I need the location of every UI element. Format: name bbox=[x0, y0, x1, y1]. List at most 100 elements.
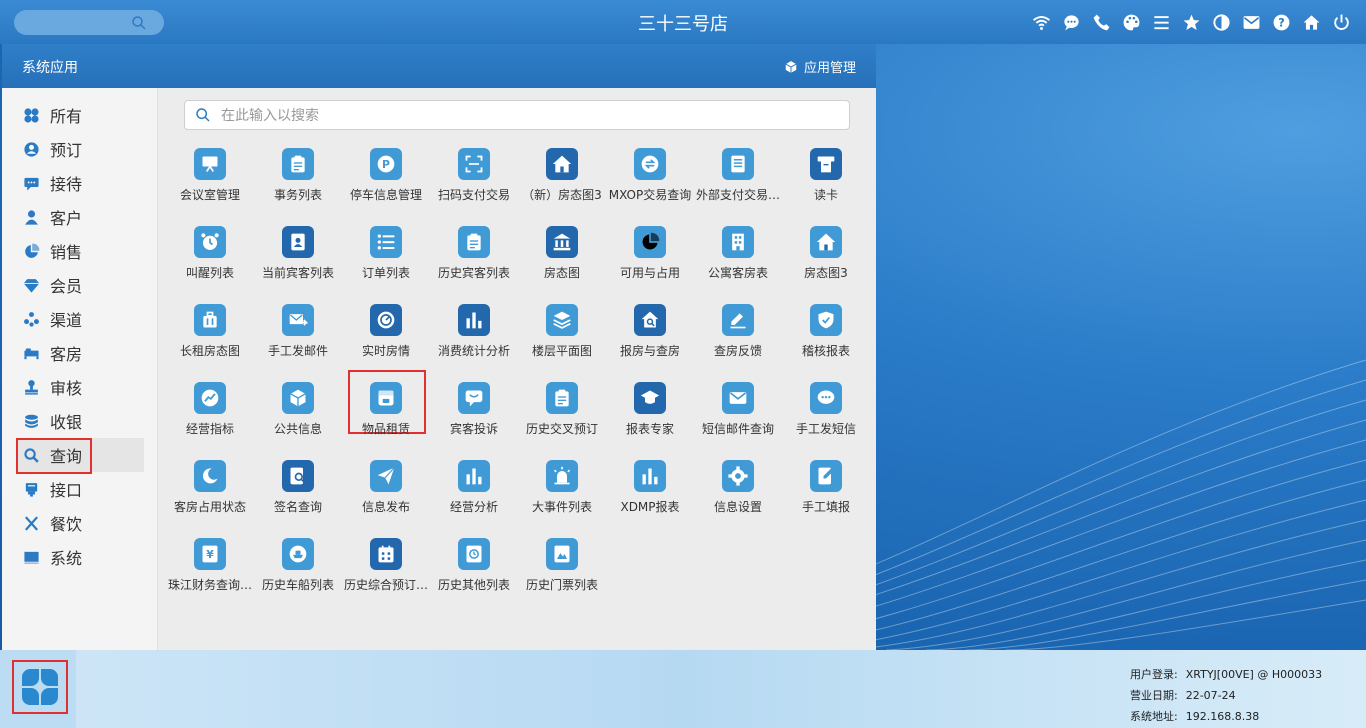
app-tile[interactable]: 大事件列表 bbox=[518, 458, 606, 532]
app-tile[interactable]: 稽核报表 bbox=[782, 302, 870, 376]
sidebar-item-8[interactable]: 审核 bbox=[16, 370, 144, 404]
app-tile[interactable]: 手工发邮件 bbox=[254, 302, 342, 376]
app-tile[interactable]: 宾客投诉 bbox=[430, 380, 518, 454]
app-tile[interactable]: 历史综合预订… bbox=[342, 536, 430, 610]
phone-icon[interactable] bbox=[1090, 10, 1112, 34]
app-tile[interactable]: （新）房态图3 bbox=[518, 146, 606, 220]
sidebar-item-2[interactable]: 接待 bbox=[16, 166, 144, 200]
app-label: 签名查询 bbox=[273, 500, 322, 514]
app-search-box[interactable] bbox=[184, 100, 850, 130]
app-tile[interactable]: 信息发布 bbox=[342, 458, 430, 532]
app-tile[interactable]: 可用与占用 bbox=[606, 224, 694, 298]
exchange-icon bbox=[634, 148, 666, 180]
sidebar-item-label: 收银 bbox=[50, 413, 83, 432]
top-bar: 三十三号店 ? bbox=[0, 0, 1366, 44]
app-tile[interactable]: 历史其他列表 bbox=[430, 536, 518, 610]
app-tile[interactable]: ¥ 珠江财务查询… bbox=[166, 536, 254, 610]
sidebar-item-11[interactable]: 接口 bbox=[16, 472, 144, 506]
app-tile[interactable]: 外部支付交易… bbox=[694, 146, 782, 220]
app-tile[interactable]: 历史门票列表 bbox=[518, 536, 606, 610]
sidebar-item-1[interactable]: 预订 bbox=[16, 132, 144, 166]
start-button[interactable] bbox=[12, 660, 68, 714]
help-icon[interactable]: ? bbox=[1270, 10, 1292, 34]
app-tile[interactable]: 历史宾客列表 bbox=[430, 224, 518, 298]
menu-icon[interactable] bbox=[1150, 10, 1172, 34]
app-tile[interactable]: 签名查询 bbox=[254, 458, 342, 532]
taskbar: 用户登录: XRTYJ[00VE] @ H000033 营业日期: 22-07-24 系… bbox=[0, 650, 1366, 728]
app-tile[interactable]: 查房反馈 bbox=[694, 302, 782, 376]
house-icon bbox=[810, 226, 842, 258]
app-label: 信息发布 bbox=[361, 500, 410, 514]
info-label: 用户登录: bbox=[1130, 668, 1178, 681]
sidebar-item-5[interactable]: 会员 bbox=[16, 268, 144, 302]
app-tile[interactable]: 楼层平面图 bbox=[518, 302, 606, 376]
sidebar-item-12[interactable]: 餐饮 bbox=[16, 506, 144, 540]
app-tile[interactable]: 当前宾客列表 bbox=[254, 224, 342, 298]
app-management-label: 应用管理 bbox=[803, 61, 856, 76]
app-tile[interactable]: 短信邮件查询 bbox=[694, 380, 782, 454]
app-search-input[interactable] bbox=[219, 104, 823, 128]
contrast-icon[interactable] bbox=[1210, 10, 1232, 34]
sidebar-item-13[interactable]: 系统 bbox=[16, 540, 144, 574]
home-icon[interactable] bbox=[1300, 10, 1322, 34]
clipboard-icon bbox=[282, 148, 314, 180]
building-icon bbox=[722, 226, 754, 258]
app-tile[interactable]: 读卡 bbox=[782, 146, 870, 220]
sidebar-item-9[interactable]: 收银 bbox=[16, 404, 144, 438]
app-tile[interactable]: 实时房情 bbox=[342, 302, 430, 376]
app-label: 公寓客房表 bbox=[707, 266, 768, 280]
selection-highlight bbox=[16, 438, 92, 474]
power-icon[interactable] bbox=[1330, 10, 1352, 34]
star-icon[interactable] bbox=[1180, 10, 1202, 34]
app-tile[interactable]: 公共信息 bbox=[254, 380, 342, 454]
app-tile[interactable]: 经营分析 bbox=[430, 458, 518, 532]
app-tile[interactable]: 历史交叉预订 bbox=[518, 380, 606, 454]
sidebar-item-7[interactable]: 客房 bbox=[16, 336, 144, 370]
chat-icon[interactable] bbox=[1060, 10, 1082, 34]
app-tile[interactable]: 历史车船列表 bbox=[254, 536, 342, 610]
app-tile[interactable]: 会议室管理 bbox=[166, 146, 254, 220]
app-tile[interactable]: 长租房态图 bbox=[166, 302, 254, 376]
app-tile[interactable]: 经营指标 bbox=[166, 380, 254, 454]
app-tile[interactable]: P 停车信息管理 bbox=[342, 146, 430, 220]
app-label: 宾客投诉 bbox=[449, 422, 498, 436]
app-tile[interactable]: 事务列表 bbox=[254, 146, 342, 220]
app-tile[interactable]: 报房与查房 bbox=[606, 302, 694, 376]
app-tile[interactable]: MXOP交易查询 bbox=[606, 146, 694, 220]
clipboard-icon bbox=[546, 382, 578, 414]
form-edit-icon bbox=[810, 460, 842, 492]
app-tile[interactable]: 订单列表 bbox=[342, 224, 430, 298]
app-management-button[interactable]: 应用管理 bbox=[784, 57, 856, 76]
clock-doc-icon bbox=[458, 538, 490, 570]
palette-icon[interactable] bbox=[1120, 10, 1142, 34]
app-tile[interactable]: 手工发短信 bbox=[782, 380, 870, 454]
app-label: 历史门票列表 bbox=[525, 578, 598, 592]
app-label: 短信邮件查询 bbox=[701, 422, 774, 436]
app-tile[interactable]: 房态图 bbox=[518, 224, 606, 298]
wifi-icon[interactable] bbox=[1030, 10, 1052, 34]
receipt-icon bbox=[722, 148, 754, 180]
bar-chart-icon bbox=[458, 304, 490, 336]
app-tile[interactable]: 物品租赁 bbox=[342, 370, 430, 454]
sidebar-item-3[interactable]: 客户 bbox=[16, 200, 144, 234]
app-tile[interactable]: 客房占用状态 bbox=[166, 458, 254, 532]
svg-text:?: ? bbox=[1278, 16, 1284, 29]
monitor-icon bbox=[22, 548, 40, 566]
mail-icon[interactable] bbox=[1240, 10, 1262, 34]
app-tile[interactable]: 消费统计分析 bbox=[430, 302, 518, 376]
app-tile[interactable]: XDMP报表 bbox=[606, 458, 694, 532]
sidebar-item-4[interactable]: 销售 bbox=[16, 234, 144, 268]
app-tile[interactable]: 信息设置 bbox=[694, 458, 782, 532]
sidebar-item-label: 客房 bbox=[50, 345, 83, 364]
sidebar-item-10[interactable]: 查询 bbox=[16, 438, 144, 474]
app-tile[interactable]: 手工填报 bbox=[782, 458, 870, 532]
app-tile[interactable]: 报表专家 bbox=[606, 380, 694, 454]
app-label: 订单列表 bbox=[361, 266, 410, 280]
app-tile[interactable]: 叫醒列表 bbox=[166, 224, 254, 298]
app-tile[interactable]: 房态图3 bbox=[782, 224, 870, 298]
app-tile[interactable]: 扫码支付交易 bbox=[430, 146, 518, 220]
app-tile[interactable]: 公寓客房表 bbox=[694, 224, 782, 298]
sidebar-item-0[interactable]: 所有 bbox=[16, 98, 144, 132]
sidebar-item-6[interactable]: 渠道 bbox=[16, 302, 144, 336]
grid-icon bbox=[22, 106, 40, 124]
